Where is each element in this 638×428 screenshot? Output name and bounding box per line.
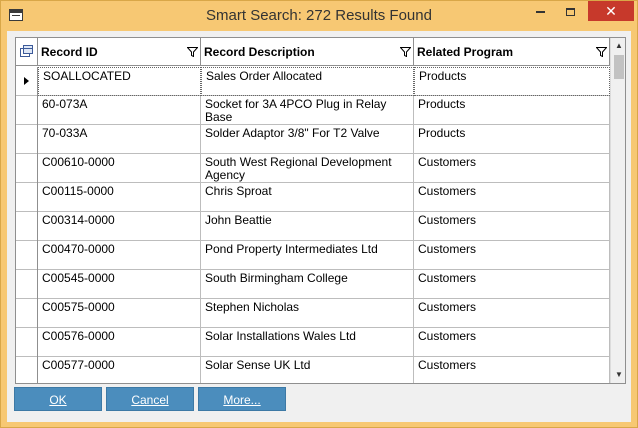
record-id-cell[interactable]: C00575-0000 <box>38 299 201 328</box>
grid-header: Record ID Record Description Related Pro… <box>16 38 610 66</box>
record-id-cell[interactable]: C00115-0000 <box>38 183 201 212</box>
filter-icon[interactable] <box>187 47 198 57</box>
column-label: Record Description <box>204 45 315 59</box>
vertical-scrollbar[interactable]: ▲ ▼ <box>610 38 625 383</box>
table-row[interactable]: C00610-0000 South West Regional Developm… <box>16 154 610 183</box>
table-row[interactable]: C00576-0000 Solar Installations Wales Lt… <box>16 328 610 357</box>
related-program-cell[interactable]: Customers <box>414 357 610 383</box>
row-header[interactable] <box>16 328 38 357</box>
record-description-cell[interactable]: Chris Sproat <box>201 183 414 212</box>
record-id-cell[interactable]: C00470-0000 <box>38 241 201 270</box>
record-description-cell[interactable]: Socket for 3A 4PCO Plug in Relay Base <box>201 96 414 125</box>
column-header-record-id[interactable]: Record ID <box>38 38 201 66</box>
related-program-cell[interactable]: Customers <box>414 328 610 357</box>
close-button[interactable]: ✕ <box>588 1 634 21</box>
record-id-cell[interactable]: C00610-0000 <box>38 154 201 183</box>
record-id-cell[interactable]: C00545-0000 <box>38 270 201 299</box>
row-header[interactable] <box>16 67 38 96</box>
record-description-cell[interactable]: Pond Property Intermediates Ltd <box>201 241 414 270</box>
related-program-cell[interactable]: Customers <box>414 241 610 270</box>
record-description-cell[interactable]: Solder Adaptor 3/8" For T2 Valve <box>201 125 414 154</box>
maximize-icon <box>565 7 575 16</box>
related-program-cell[interactable]: Customers <box>414 154 610 183</box>
related-program-cell[interactable]: Customers <box>414 270 610 299</box>
scroll-down-button[interactable]: ▼ <box>611 367 625 383</box>
minimize-icon <box>535 10 545 13</box>
related-program-cell[interactable]: Products <box>414 125 610 154</box>
filter-icon[interactable] <box>596 47 607 57</box>
dialog-body: Record ID Record Description Related Pro… <box>7 31 631 422</box>
row-header[interactable] <box>16 96 38 125</box>
record-id-cell[interactable]: C00314-0000 <box>38 212 201 241</box>
minimize-button[interactable] <box>526 1 554 21</box>
results-grid: Record ID Record Description Related Pro… <box>15 37 626 384</box>
row-header[interactable] <box>16 299 38 328</box>
record-id-cell[interactable]: 60-073A <box>38 96 201 125</box>
more-button[interactable]: More... <box>198 387 286 411</box>
row-header[interactable] <box>16 154 38 183</box>
record-id-cell[interactable]: C00577-0000 <box>38 357 201 383</box>
row-header[interactable] <box>16 125 38 154</box>
record-description-cell[interactable]: South West Regional Development Agency <box>201 154 414 183</box>
column-label: Related Program <box>417 45 514 59</box>
maximize-button[interactable] <box>556 1 584 21</box>
table-row[interactable]: 60-073A Socket for 3A 4PCO Plug in Relay… <box>16 96 610 125</box>
filter-icon[interactable] <box>400 47 411 57</box>
record-description-cell[interactable]: Stephen Nicholas <box>201 299 414 328</box>
row-header[interactable] <box>16 241 38 270</box>
column-chooser-icon <box>20 45 33 57</box>
close-icon: ✕ <box>605 3 617 19</box>
cancel-button[interactable]: Cancel <box>106 387 194 411</box>
record-description-cell[interactable]: John Beattie <box>201 212 414 241</box>
table-row[interactable]: C00575-0000 Stephen Nicholas Customers <box>16 299 610 328</box>
table-row[interactable]: C00577-0000 Solar Sense UK Ltd Customers <box>16 357 610 383</box>
current-row-icon <box>24 77 29 85</box>
column-header-record-description[interactable]: Record Description <box>201 38 414 66</box>
column-label: Record ID <box>41 45 98 59</box>
column-header-related-program[interactable]: Related Program <box>414 38 610 66</box>
record-id-cell[interactable]: C00576-0000 <box>38 328 201 357</box>
scroll-up-button[interactable]: ▲ <box>611 38 625 54</box>
table-row[interactable]: C00314-0000 John Beattie Customers <box>16 212 610 241</box>
related-program-cell[interactable]: Customers <box>414 299 610 328</box>
record-description-cell[interactable]: Solar Sense UK Ltd <box>201 357 414 383</box>
row-header[interactable] <box>16 183 38 212</box>
record-description-cell[interactable]: Sales Order Allocated <box>201 67 414 96</box>
smart-search-window: Smart Search: 272 Results Found ✕ Record… <box>0 0 638 428</box>
record-id-cell[interactable]: SOALLOCATED <box>38 67 201 96</box>
table-row[interactable]: C00545-0000 South Birmingham College Cus… <box>16 270 610 299</box>
record-description-cell[interactable]: Solar Installations Wales Ltd <box>201 328 414 357</box>
related-program-cell[interactable]: Products <box>414 96 610 125</box>
table-row[interactable]: SOALLOCATED Sales Order Allocated Produc… <box>16 67 610 96</box>
table-row[interactable]: C00115-0000 Chris Sproat Customers <box>16 183 610 212</box>
row-header[interactable] <box>16 212 38 241</box>
record-description-cell[interactable]: South Birmingham College <box>201 270 414 299</box>
ok-button[interactable]: OK <box>14 387 102 411</box>
title-bar[interactable]: Smart Search: 272 Results Found ✕ <box>1 1 637 31</box>
row-header[interactable] <box>16 270 38 299</box>
row-header[interactable] <box>16 357 38 383</box>
table-row[interactable]: 70-033A Solder Adaptor 3/8" For T2 Valve… <box>16 125 610 154</box>
table-row[interactable]: C00470-0000 Pond Property Intermediates … <box>16 241 610 270</box>
related-program-cell[interactable]: Products <box>414 67 610 96</box>
scroll-thumb[interactable] <box>614 55 624 79</box>
record-id-cell[interactable]: 70-033A <box>38 125 201 154</box>
column-chooser-button[interactable] <box>16 38 38 66</box>
related-program-cell[interactable]: Customers <box>414 183 610 212</box>
related-program-cell[interactable]: Customers <box>414 212 610 241</box>
